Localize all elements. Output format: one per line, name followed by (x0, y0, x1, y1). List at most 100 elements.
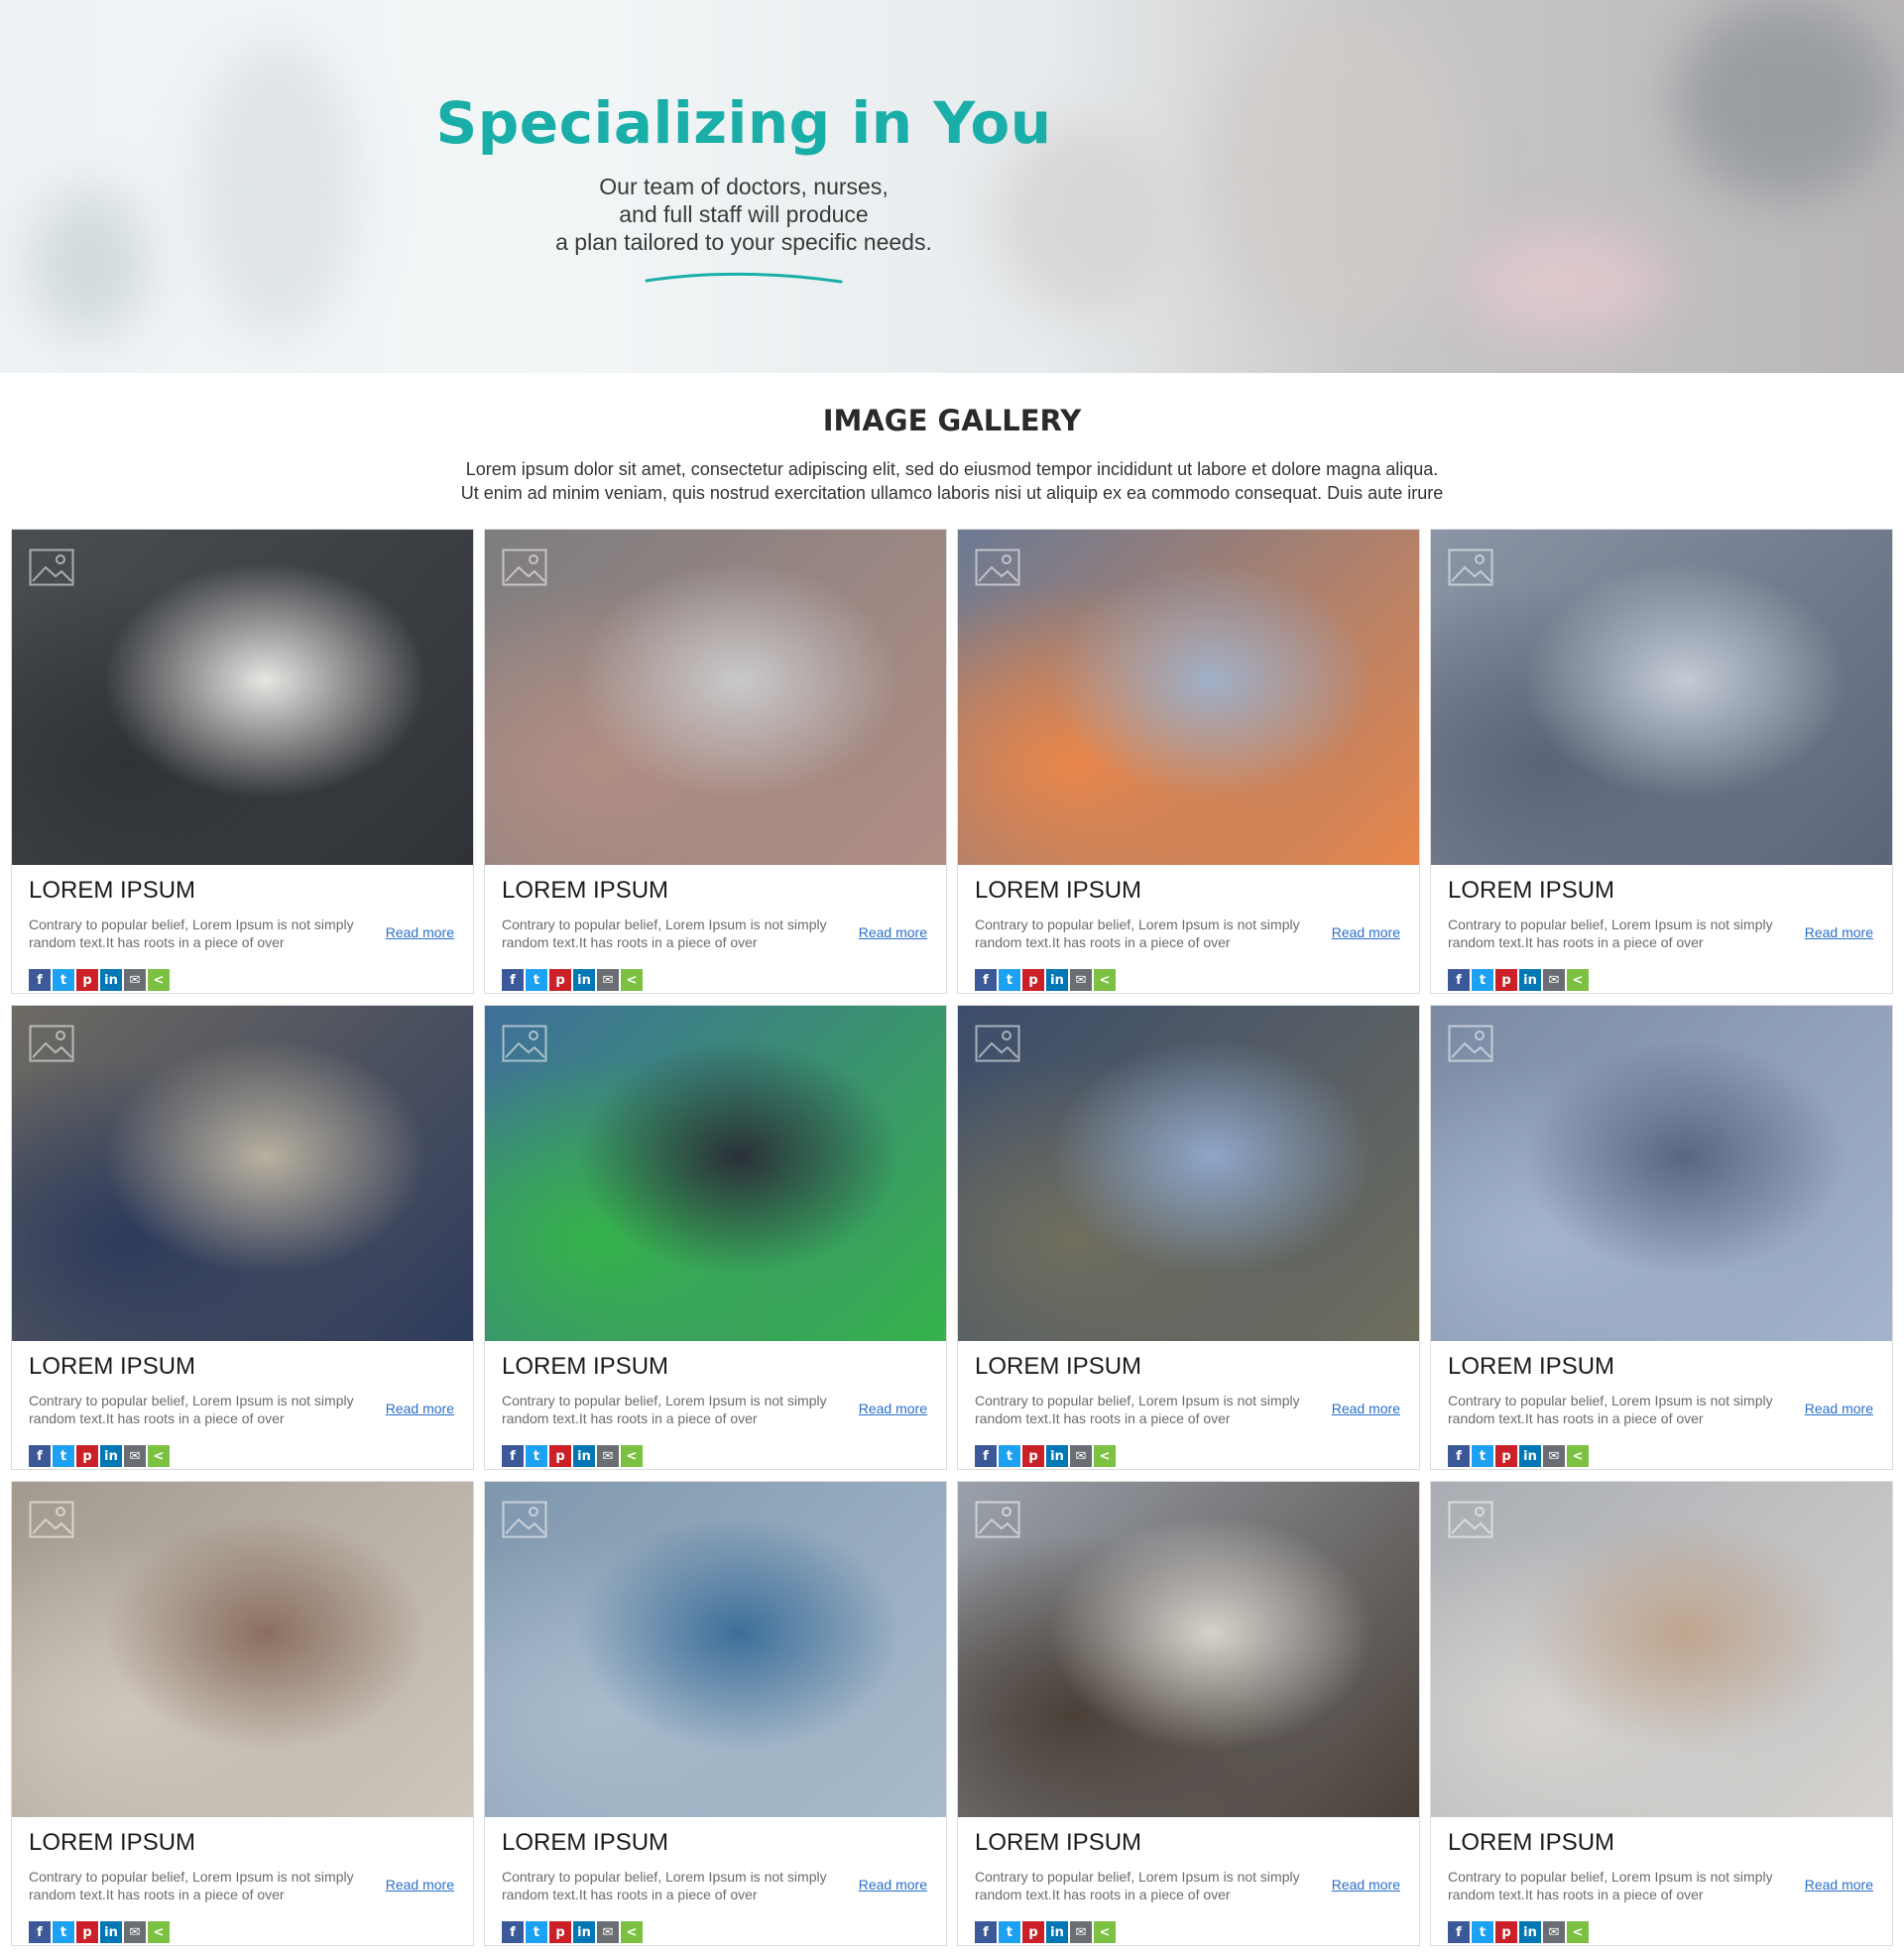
gallery-card[interactable]: LOREM IPSUM Contrary to popular belief, L… (484, 1481, 947, 1946)
email-icon[interactable]: ✉ (597, 1445, 619, 1467)
facebook-icon[interactable]: f (975, 969, 997, 991)
linkedin-icon[interactable]: in (573, 1921, 595, 1943)
email-icon[interactable]: ✉ (1070, 969, 1092, 991)
read-more-link[interactable]: Read more (859, 1401, 927, 1416)
twitter-icon[interactable]: t (53, 969, 74, 991)
gallery-card[interactable]: LOREM IPSUM Contrary to popular belief, L… (1430, 529, 1893, 994)
share-icon[interactable]: < (148, 1921, 170, 1943)
email-icon[interactable]: ✉ (597, 1921, 619, 1943)
pinterest-icon[interactable]: p (549, 1921, 571, 1943)
email-icon[interactable]: ✉ (1543, 969, 1565, 991)
share-icon[interactable]: < (148, 969, 170, 991)
share-icon[interactable]: < (621, 1445, 643, 1467)
read-more-link[interactable]: Read more (1332, 1877, 1400, 1893)
read-more-link[interactable]: Read more (1805, 1401, 1873, 1416)
read-more-link[interactable]: Read more (1332, 924, 1400, 940)
twitter-icon[interactable]: t (53, 1445, 74, 1467)
share-icon[interactable]: < (1567, 1445, 1589, 1467)
email-icon[interactable]: ✉ (1543, 1445, 1565, 1467)
linkedin-icon[interactable]: in (573, 969, 595, 991)
gallery-card[interactable]: LOREM IPSUM Contrary to popular belief, L… (11, 1005, 474, 1470)
twitter-icon[interactable]: t (999, 1445, 1020, 1467)
share-icon[interactable]: < (148, 1445, 170, 1467)
email-icon[interactable]: ✉ (597, 969, 619, 991)
read-more-link[interactable]: Read more (859, 1877, 927, 1893)
facebook-icon[interactable]: f (29, 1921, 51, 1943)
pinterest-icon[interactable]: p (1495, 1445, 1517, 1467)
read-more-link[interactable]: Read more (1332, 1401, 1400, 1416)
card-image[interactable] (485, 1006, 946, 1341)
share-icon[interactable]: < (1094, 1445, 1116, 1467)
email-icon[interactable]: ✉ (124, 1921, 146, 1943)
card-image[interactable] (12, 1006, 473, 1341)
facebook-icon[interactable]: f (1448, 1921, 1470, 1943)
read-more-link[interactable]: Read more (1805, 924, 1873, 940)
card-image[interactable] (958, 530, 1419, 865)
pinterest-icon[interactable]: p (1495, 1921, 1517, 1943)
email-icon[interactable]: ✉ (1070, 1921, 1092, 1943)
gallery-card[interactable]: LOREM IPSUM Contrary to popular belief, L… (484, 1005, 947, 1470)
facebook-icon[interactable]: f (502, 969, 524, 991)
share-icon[interactable]: < (1094, 969, 1116, 991)
facebook-icon[interactable]: f (975, 1921, 997, 1943)
card-image[interactable] (1431, 530, 1892, 865)
email-icon[interactable]: ✉ (1543, 1921, 1565, 1943)
card-image[interactable] (1431, 1482, 1892, 1817)
twitter-icon[interactable]: t (1472, 1921, 1493, 1943)
facebook-icon[interactable]: f (29, 969, 51, 991)
card-image[interactable] (958, 1006, 1419, 1341)
pinterest-icon[interactable]: p (1022, 1921, 1044, 1943)
read-more-link[interactable]: Read more (386, 924, 454, 940)
linkedin-icon[interactable]: in (573, 1445, 595, 1467)
linkedin-icon[interactable]: in (100, 969, 122, 991)
gallery-card[interactable]: LOREM IPSUM Contrary to popular belief, L… (11, 529, 474, 994)
twitter-icon[interactable]: t (53, 1921, 74, 1943)
gallery-card[interactable]: LOREM IPSUM Contrary to popular belief, L… (957, 1481, 1420, 1946)
email-icon[interactable]: ✉ (124, 1445, 146, 1467)
pinterest-icon[interactable]: p (76, 969, 98, 991)
gallery-card[interactable]: LOREM IPSUM Contrary to popular belief, L… (484, 529, 947, 994)
facebook-icon[interactable]: f (975, 1445, 997, 1467)
share-icon[interactable]: < (1567, 969, 1589, 991)
pinterest-icon[interactable]: p (1022, 969, 1044, 991)
linkedin-icon[interactable]: in (100, 1921, 122, 1943)
gallery-card[interactable]: LOREM IPSUM Contrary to popular belief, L… (1430, 1481, 1893, 1946)
twitter-icon[interactable]: t (999, 969, 1020, 991)
linkedin-icon[interactable]: in (1046, 1445, 1068, 1467)
facebook-icon[interactable]: f (502, 1445, 524, 1467)
twitter-icon[interactable]: t (526, 1921, 547, 1943)
pinterest-icon[interactable]: p (1495, 969, 1517, 991)
gallery-card[interactable]: LOREM IPSUM Contrary to popular belief, L… (957, 1005, 1420, 1470)
facebook-icon[interactable]: f (1448, 969, 1470, 991)
twitter-icon[interactable]: t (526, 969, 547, 991)
facebook-icon[interactable]: f (29, 1445, 51, 1467)
pinterest-icon[interactable]: p (549, 1445, 571, 1467)
pinterest-icon[interactable]: p (76, 1445, 98, 1467)
share-icon[interactable]: < (621, 1921, 643, 1943)
linkedin-icon[interactable]: in (1519, 1921, 1541, 1943)
read-more-link[interactable]: Read more (386, 1877, 454, 1893)
card-image[interactable] (12, 530, 473, 865)
card-image[interactable] (1431, 1006, 1892, 1341)
facebook-icon[interactable]: f (1448, 1445, 1470, 1467)
linkedin-icon[interactable]: in (1519, 1445, 1541, 1467)
read-more-link[interactable]: Read more (386, 1401, 454, 1416)
card-image[interactable] (485, 530, 946, 865)
card-image[interactable] (958, 1482, 1419, 1817)
twitter-icon[interactable]: t (999, 1921, 1020, 1943)
read-more-link[interactable]: Read more (859, 924, 927, 940)
linkedin-icon[interactable]: in (1046, 1921, 1068, 1943)
twitter-icon[interactable]: t (526, 1445, 547, 1467)
gallery-card[interactable]: LOREM IPSUM Contrary to popular belief, L… (957, 529, 1420, 994)
share-icon[interactable]: < (1567, 1921, 1589, 1943)
twitter-icon[interactable]: t (1472, 1445, 1493, 1467)
pinterest-icon[interactable]: p (549, 969, 571, 991)
gallery-card[interactable]: LOREM IPSUM Contrary to popular belief, L… (11, 1481, 474, 1946)
share-icon[interactable]: < (621, 969, 643, 991)
linkedin-icon[interactable]: in (1046, 969, 1068, 991)
linkedin-icon[interactable]: in (1519, 969, 1541, 991)
pinterest-icon[interactable]: p (76, 1921, 98, 1943)
pinterest-icon[interactable]: p (1022, 1445, 1044, 1467)
email-icon[interactable]: ✉ (124, 969, 146, 991)
twitter-icon[interactable]: t (1472, 969, 1493, 991)
